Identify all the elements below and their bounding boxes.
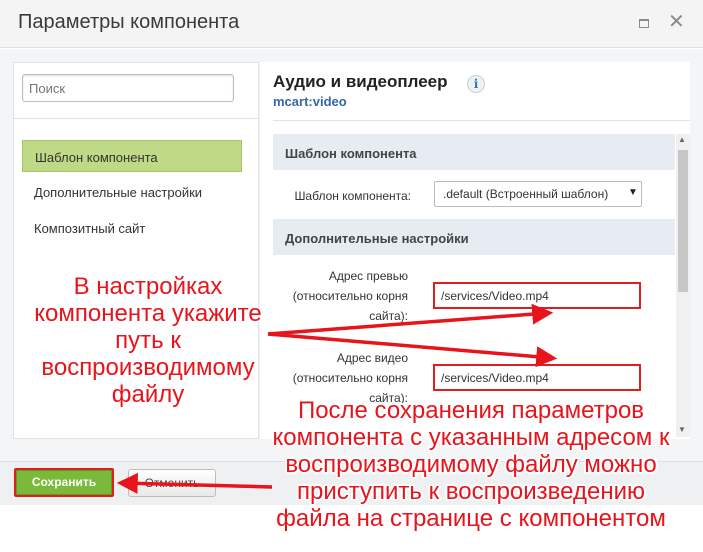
maximize-icon[interactable] bbox=[639, 19, 649, 28]
cancel-button[interactable]: Отменить bbox=[128, 469, 216, 497]
preview-address-input[interactable]: /services/Video.mp4 bbox=[433, 282, 641, 309]
template-select-value: .default (Встроенный шаблон) bbox=[443, 187, 609, 201]
parameters-list: Шаблон компонента Шаблон компонента: .de… bbox=[273, 134, 675, 437]
scroll-up-icon[interactable]: ▲ bbox=[678, 135, 686, 144]
video-address-input[interactable]: /services/Video.mp4 bbox=[433, 364, 641, 391]
sidebar-item-label: Дополнительные настройки bbox=[34, 185, 203, 200]
dialog-title: Параметры компонента bbox=[18, 11, 240, 33]
sidebar-item-template[interactable]: Шаблон компонента bbox=[22, 140, 242, 172]
section-header-extra: Дополнительные настройки bbox=[273, 219, 675, 255]
component-settings-dialog: Параметры компонента ✕ Шаблон компонента… bbox=[0, 0, 703, 552]
section-header-template: Шаблон компонента bbox=[273, 134, 675, 170]
sidebar-item-label: Композитный сайт bbox=[34, 221, 146, 236]
info-icon[interactable]: i bbox=[467, 75, 485, 93]
annotation-bottom-note: После сохранения параметров компонента с… bbox=[272, 397, 670, 532]
sidebar-item-extra-settings[interactable]: Дополнительные настройки bbox=[22, 176, 242, 208]
scrollbar-thumb[interactable] bbox=[678, 150, 688, 292]
template-select[interactable]: .default (Встроенный шаблон) bbox=[434, 181, 642, 207]
search-input[interactable] bbox=[22, 74, 234, 102]
component-id: mcart:video bbox=[273, 94, 347, 109]
sidebar-item-label: Шаблон компонента bbox=[35, 150, 158, 165]
divider bbox=[273, 120, 690, 121]
preview-address-label: Адрес превью (относительно корня сайта): bbox=[292, 269, 408, 323]
divider bbox=[14, 118, 258, 119]
close-icon[interactable]: ✕ bbox=[668, 12, 685, 32]
sidebar-item-composite[interactable]: Композитный сайт bbox=[22, 212, 242, 244]
chevron-down-icon: ▼ bbox=[628, 187, 638, 198]
component-title: Аудио и видеоплеер bbox=[273, 72, 448, 91]
annotation-left-note: В настройках компонента укажите путь к в… bbox=[34, 273, 262, 408]
template-field-label: Шаблон компонента: bbox=[294, 189, 411, 203]
dialog-titlebar: Параметры компонента bbox=[0, 0, 703, 48]
save-button[interactable]: Сохранить bbox=[14, 468, 114, 497]
